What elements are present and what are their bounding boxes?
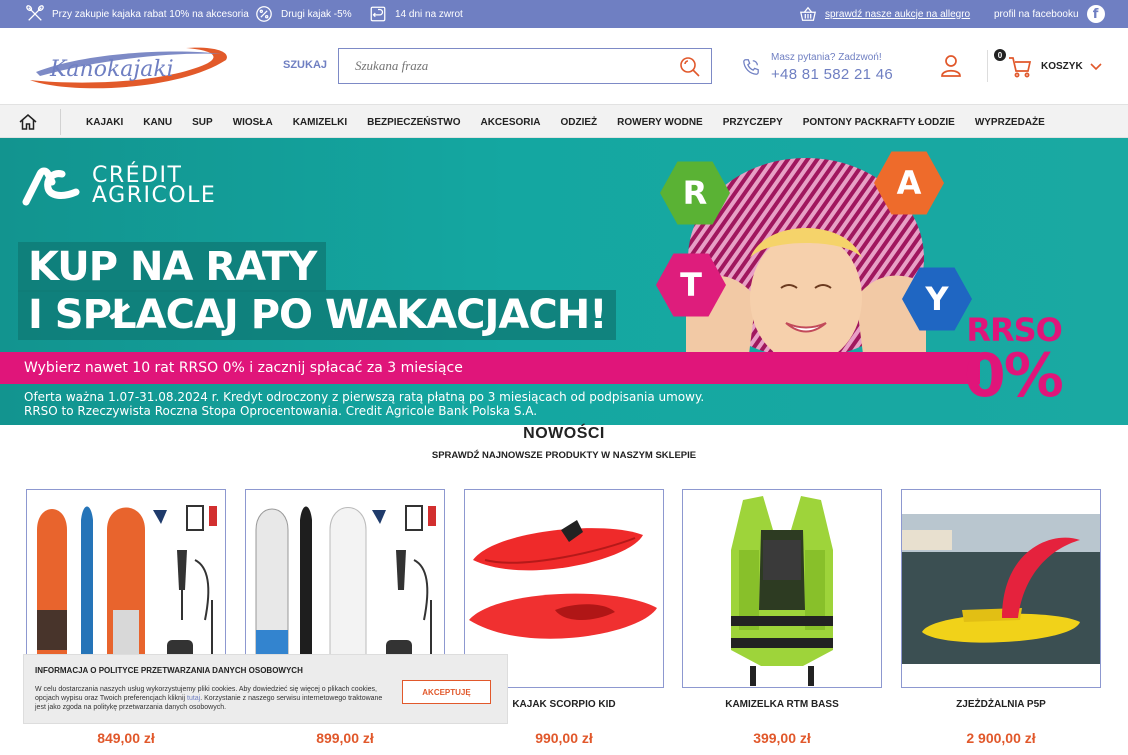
product-card[interactable]: KAMIZELKA RTM BASS 399,00 zł (682, 489, 882, 746)
product-image[interactable] (901, 489, 1101, 688)
allegro-link-text[interactable]: sprawdź nasze aukcje na allegro (825, 9, 970, 20)
nav-divider (60, 109, 61, 135)
logo[interactable]: Kanokajaki (26, 42, 232, 92)
cookie-text: W celu dostarczania naszych usług wykorz… (35, 685, 390, 712)
credit-agricole-logo: CRÉDIT AGRICOLE (22, 165, 217, 208)
nav-item-kanu[interactable]: KANU (133, 117, 182, 128)
product-image[interactable] (682, 489, 882, 688)
facebook-icon[interactable]: f (1086, 5, 1105, 23)
rrso-value: 0% (964, 341, 1064, 411)
water-slide-p5p-image (902, 514, 1100, 687)
credit-agricole-icon (22, 167, 80, 206)
facebook-link[interactable]: profil na facebooku f (994, 0, 1105, 28)
search-box (338, 48, 712, 84)
fine-line-1: Oferta ważna 1.07-31.08.2024 r. Kredyt o… (24, 390, 705, 404)
nav-item-wyprzedaże[interactable]: WYPRZEDAŻE (965, 117, 1055, 128)
return-box-icon (370, 6, 386, 22)
search-label: SZUKAJ (283, 59, 328, 71)
search-icon[interactable] (679, 56, 701, 78)
section-subtitle: SPRAWDŹ NAJNOWSZE PRODUKTY W NASZYM SKLE… (431, 450, 697, 461)
nav-item-rowery-wodne[interactable]: ROWERY WODNE (607, 117, 713, 128)
accept-cookies-button[interactable]: AKCEPTUJĘ (402, 680, 491, 704)
allegro-link[interactable]: sprawdź nasze aukcje na allegro (799, 0, 970, 28)
product-price: 2 900,00 zł (966, 730, 1036, 746)
nav-item-pontony-packrafty-łodzie[interactable]: PONTONY PACKRAFTY ŁODZIE (793, 117, 965, 128)
percent-icon (256, 6, 272, 22)
fine-line-2: RRSO to Rzeczywista Roczna Stopa Oprocen… (24, 404, 538, 418)
product-card[interactable]: ZJEŻDŻALNIA P5P 2 900,00 zł (901, 489, 1101, 746)
facebook-link-text[interactable]: profil na facebooku (994, 9, 1079, 20)
paddles-icon (26, 5, 44, 21)
nav-item-bezpieczeństwo[interactable]: BEZPIECZEŃSTWO (357, 117, 470, 128)
banner-headline-2: I SPŁACAJ PO WAKACJACH! (18, 290, 617, 340)
main-nav: KAJAKI KANU SUP WIOSŁA KAMIZELKI BEZPIECZEŃST… (0, 104, 1128, 138)
phone-number[interactable]: +48 81 582 21 46 (771, 66, 893, 83)
brand-line2: AGRICOLE (92, 183, 217, 208)
cookie-notice: INFORMACJA O POLITYCE PRZETWARZANIA DANY… (23, 654, 508, 724)
cookie-title: INFORMACJA O POLITYCE PRZETWARZANIA DANY… (35, 666, 303, 675)
nav-links: KAJAKI KANU SUP WIOSŁA KAMIZELKI BEZPIECZEŃST… (76, 105, 1055, 139)
basket-icon (800, 6, 816, 21)
cookie-policy-link[interactable]: tutaj (187, 695, 200, 702)
promo-second-kayak: Drugi kajak -5% (255, 0, 352, 28)
product-price: 990,00 zł (535, 730, 593, 746)
rrso-badge: RRSO 0% (964, 314, 1064, 411)
site-header: Kanokajaki SZUKAJ Masz pytania? Zadzwoń!… (0, 28, 1128, 104)
phone-icon (743, 59, 759, 75)
cart-label[interactable]: KOSZYK (1041, 61, 1083, 72)
nav-item-kajaki[interactable]: KAJAKI (76, 117, 133, 128)
promo-returns-text: 14 dni na zwrot (395, 8, 463, 20)
promo-second-kayak-text: Drugi kajak -5% (281, 8, 352, 20)
product-price: 899,00 zł (316, 730, 374, 746)
logo-text: Kanokajaki (49, 57, 174, 82)
section-title: NOWOŚCI (523, 425, 605, 442)
nav-item-przyczepy[interactable]: PRZYCZEPY (713, 117, 793, 128)
nav-item-wiosła[interactable]: WIOSŁA (223, 117, 283, 128)
banner-headline-1: KUP NA RATY (18, 242, 327, 292)
product-name[interactable]: ZJEŻDŻALNIA P5P (901, 699, 1101, 710)
banner-fine-print: Oferta ważna 1.07-31.08.2024 r. Kredyt o… (24, 390, 704, 418)
phone-question: Masz pytania? Zadzwoń! (771, 52, 882, 63)
promo-accessories-text: Przy zakupie kajaka rabat 10% na akcesor… (52, 8, 249, 20)
promo-accessories: Przy zakupie kajaka rabat 10% na akcesor… (26, 0, 249, 28)
nav-item-sup[interactable]: SUP (182, 117, 223, 128)
banner-offer-bar: Wybierz nawet 10 rat RRSO 0% i zacznij s… (0, 352, 980, 384)
nav-item-kamizelki[interactable]: KAMIZELKI (283, 117, 357, 128)
life-vest-rtm-bass-image (731, 496, 833, 686)
chevron-down-icon[interactable] (1090, 61, 1102, 71)
top-info-bar: Przy zakupie kajaka rabat 10% na akcesor… (0, 0, 1128, 28)
cart-icon[interactable] (1008, 56, 1032, 78)
search-input[interactable] (339, 49, 669, 83)
nav-item-odzież[interactable]: ODZIEŻ (551, 117, 608, 128)
nav-item-akcesoria[interactable]: AKCESORIA (470, 117, 550, 128)
product-name[interactable]: KAMIZELKA RTM BASS (682, 699, 882, 710)
promo-returns: 14 dni na zwrot (369, 0, 463, 28)
cart-count-badge: 0 (994, 49, 1006, 61)
header-divider (987, 50, 988, 82)
user-icon[interactable] (940, 54, 962, 78)
home-icon[interactable] (18, 112, 38, 132)
product-price: 399,00 zł (753, 730, 811, 746)
product-price: 849,00 zł (97, 730, 155, 746)
promo-banner[interactable]: CRÉDIT AGRICOLE KUP NA RATY I SPŁACAJ PO… (0, 138, 1128, 425)
